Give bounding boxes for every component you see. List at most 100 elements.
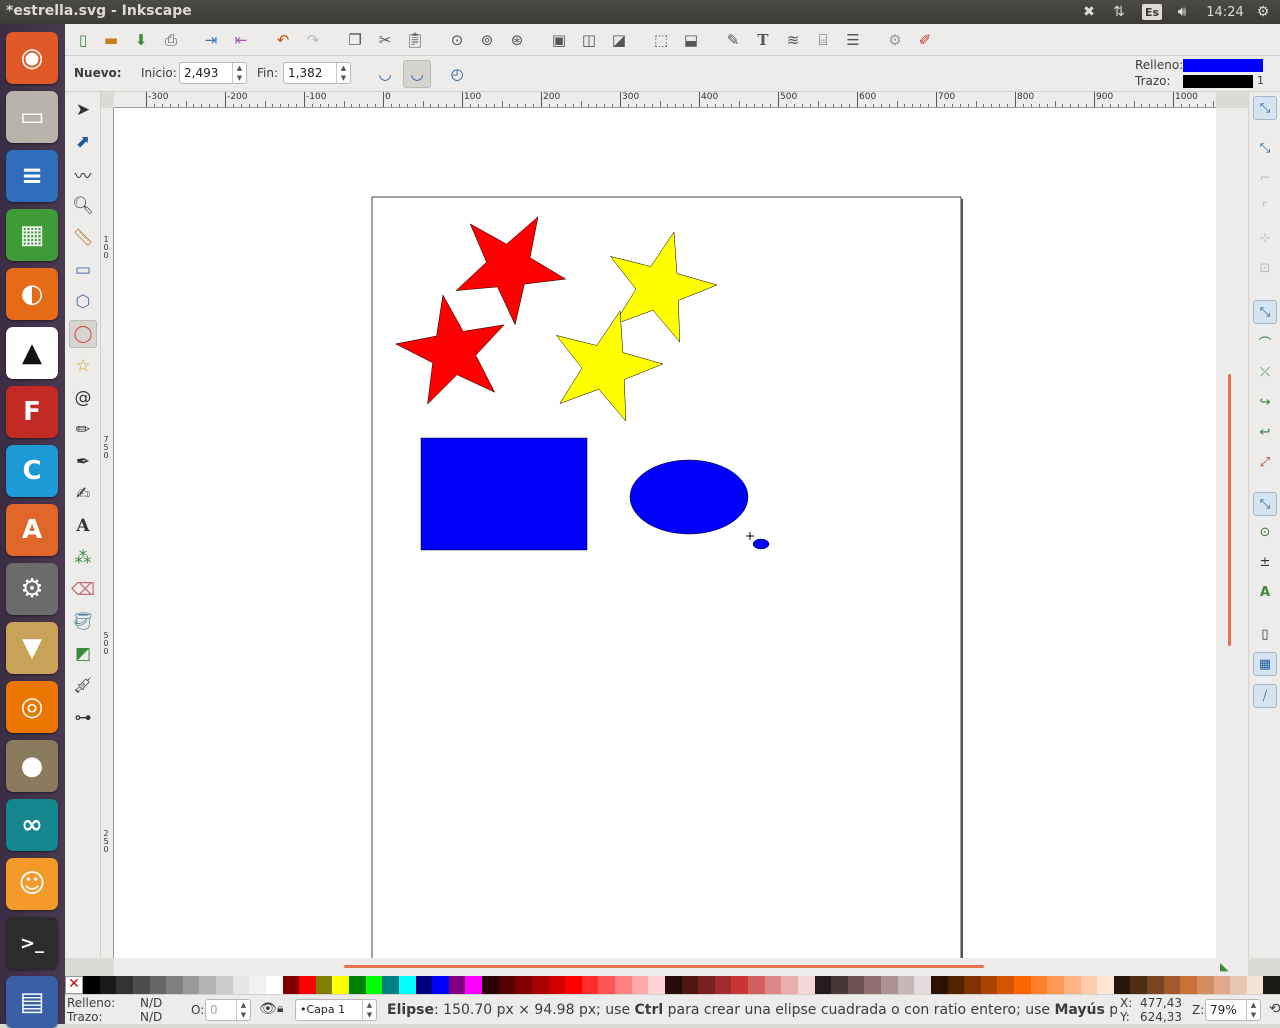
undo-icon[interactable]: ↶ [271, 28, 295, 52]
snap-page-border-icon[interactable]: ▯ [1253, 622, 1277, 646]
palette-swatch[interactable] [299, 976, 316, 994]
drawing-canvas[interactable] [114, 108, 1216, 958]
palette-swatch[interactable] [698, 976, 715, 994]
ellipse-tool-icon[interactable]: ◯ [69, 320, 97, 348]
star-tool-icon[interactable]: ☆ [69, 352, 97, 380]
rotate-icon[interactable]: ⟲ [1269, 1001, 1280, 1017]
pen-tool-icon[interactable]: ✒ [69, 448, 97, 476]
cut-icon[interactable]: ✂ [373, 28, 397, 52]
palette-swatch[interactable] [1213, 976, 1231, 994]
snap-smooth-nodes-icon[interactable]: ↩ [1253, 420, 1277, 444]
snap-grid-icon[interactable]: ▦ [1253, 652, 1277, 676]
palette-swatch[interactable] [947, 976, 965, 994]
snap-nodes-icon[interactable]: ⤡ [1253, 300, 1277, 324]
fill-swatch[interactable] [1183, 59, 1263, 72]
palette-swatch[interactable] [930, 976, 948, 994]
status-fill-value[interactable]: N/D [140, 996, 162, 1010]
scratch-icon[interactable]: ☺ [6, 858, 58, 910]
palette-swatch[interactable] [598, 976, 615, 994]
palette-swatch[interactable] [1196, 976, 1214, 994]
palette-swatch[interactable] [980, 976, 998, 994]
stroke-width-value[interactable]: 1 [1257, 74, 1264, 87]
align-distribute-icon[interactable]: ☰ [841, 28, 865, 52]
palette-swatch[interactable] [631, 976, 649, 994]
status-stroke-value[interactable]: N/D [140, 1010, 162, 1024]
horizontal-scroll-thumb[interactable] [344, 965, 984, 968]
snap-others-icon[interactable]: ⤡ [1253, 492, 1277, 516]
connector-tool-icon[interactable]: ⊶ [69, 704, 97, 732]
palette-swatch[interactable] [864, 976, 881, 994]
palette-swatch[interactable] [615, 976, 632, 994]
blue-rectangle[interactable] [420, 437, 588, 551]
palette-swatch[interactable] [182, 976, 200, 994]
palette-swatch[interactable] [1097, 976, 1114, 994]
palette-swatch[interactable] [664, 976, 682, 994]
unlink-clone-icon[interactable]: ◪ [607, 28, 631, 52]
small-blue-ellipse[interactable] [752, 538, 770, 550]
palette-swatch[interactable] [731, 976, 748, 994]
palette-swatch[interactable] [881, 976, 898, 994]
export-icon[interactable]: ⇤ [229, 28, 253, 52]
volume-icon[interactable]: 🔊︎ [1170, 2, 1194, 22]
node-tool-icon[interactable]: ⬈ [69, 128, 97, 156]
palette-swatch[interactable] [814, 976, 832, 994]
layer-select-arrow[interactable]: ▲ ▼ [362, 1000, 376, 1020]
ungroup-icon[interactable]: ⬓ [679, 28, 703, 52]
blender-icon[interactable]: ◎ [6, 681, 58, 733]
system-settings-icon[interactable]: ⚙ [6, 563, 58, 615]
snap-cusp-nodes-icon[interactable]: ↪ [1253, 390, 1277, 414]
palette-swatch[interactable] [99, 976, 117, 994]
text-tool-icon[interactable]: A [69, 512, 97, 540]
workspaces-icon[interactable]: ▤ [6, 976, 58, 1028]
arduino-icon[interactable]: ∞ [6, 799, 58, 851]
snap-guides-icon[interactable]: ⧸ [1253, 684, 1277, 708]
end-angle-stepper[interactable]: ▲ ▼ [336, 63, 350, 83]
gradient-tool-icon[interactable]: ◩ [69, 640, 97, 668]
vertical-ruler[interactable]: 100 750 500 250 [101, 108, 114, 958]
snap-enable-icon[interactable]: ⤡ [1253, 96, 1277, 120]
snap-intersections-icon[interactable]: ⤫ [1253, 360, 1277, 384]
gimp-icon[interactable]: ● [6, 740, 58, 792]
inkscape-icon[interactable]: ▲ [6, 327, 58, 379]
print-icon[interactable]: ⎙ [159, 28, 183, 52]
group-icon[interactable]: ⬚ [649, 28, 673, 52]
palette-swatch[interactable] [498, 976, 516, 994]
layer-visibility-icon[interactable]: 👁︎ [259, 1001, 277, 1017]
eraser-tool-icon[interactable]: ⌫ [69, 576, 97, 604]
palette-swatch[interactable] [398, 976, 416, 994]
color-manage-icon[interactable]: ◣ [1220, 960, 1228, 973]
no-paint-swatch[interactable]: ✕ [65, 976, 83, 994]
palette-swatch[interactable] [1047, 976, 1064, 994]
horizontal-scrollbar[interactable]: ◣ [114, 958, 1248, 976]
calligraphy-tool-icon[interactable]: ✍ [69, 480, 97, 508]
layer-lock-icon[interactable]: 🔒︎ [277, 1001, 283, 1016]
palette-swatch[interactable] [149, 976, 167, 994]
import-icon[interactable]: ⇥ [199, 28, 223, 52]
palette-swatch[interactable] [265, 976, 283, 994]
snap-bbox-corners-icon[interactable]: ⌜ [1253, 196, 1277, 220]
palette-swatch[interactable] [964, 976, 981, 994]
network-icon[interactable]: ⇅ [1108, 2, 1130, 22]
canvas-svg[interactable] [114, 108, 1216, 958]
palette-swatch[interactable] [1014, 976, 1031, 994]
snap-line-midpoints-icon[interactable]: ⤢ [1253, 450, 1277, 474]
measure-tool-icon[interactable]: 📏︎ [69, 224, 97, 252]
palette-swatch[interactable] [349, 976, 366, 994]
palette-swatch[interactable] [681, 976, 699, 994]
snap-object-centers-icon[interactable]: ⊙ [1253, 520, 1277, 544]
redo-icon[interactable]: ↷ [301, 28, 325, 52]
palette-swatch[interactable] [714, 976, 732, 994]
palette-swatch[interactable] [531, 976, 549, 994]
snap-text-baseline-icon[interactable]: A [1253, 580, 1277, 604]
horizontal-ruler[interactable]: -300 -200 -100 0 100 200 300 400 500 600 700 800 900… [114, 92, 1216, 108]
copy-icon[interactable]: ❐ [343, 28, 367, 52]
palette-swatch[interactable] [1230, 976, 1247, 994]
spray-tool-icon[interactable]: ⁂ [69, 544, 97, 572]
keyboard-layout-indicator[interactable]: Es [1142, 4, 1163, 20]
zoom-selection-icon[interactable]: ⊙ [445, 28, 469, 52]
clock[interactable]: 14:24 [1200, 2, 1250, 22]
palette-swatch[interactable] [648, 976, 665, 994]
palette-swatch[interactable] [1263, 976, 1280, 994]
firefox-icon[interactable]: ◐ [6, 268, 58, 320]
palette-swatch[interactable] [365, 976, 383, 994]
